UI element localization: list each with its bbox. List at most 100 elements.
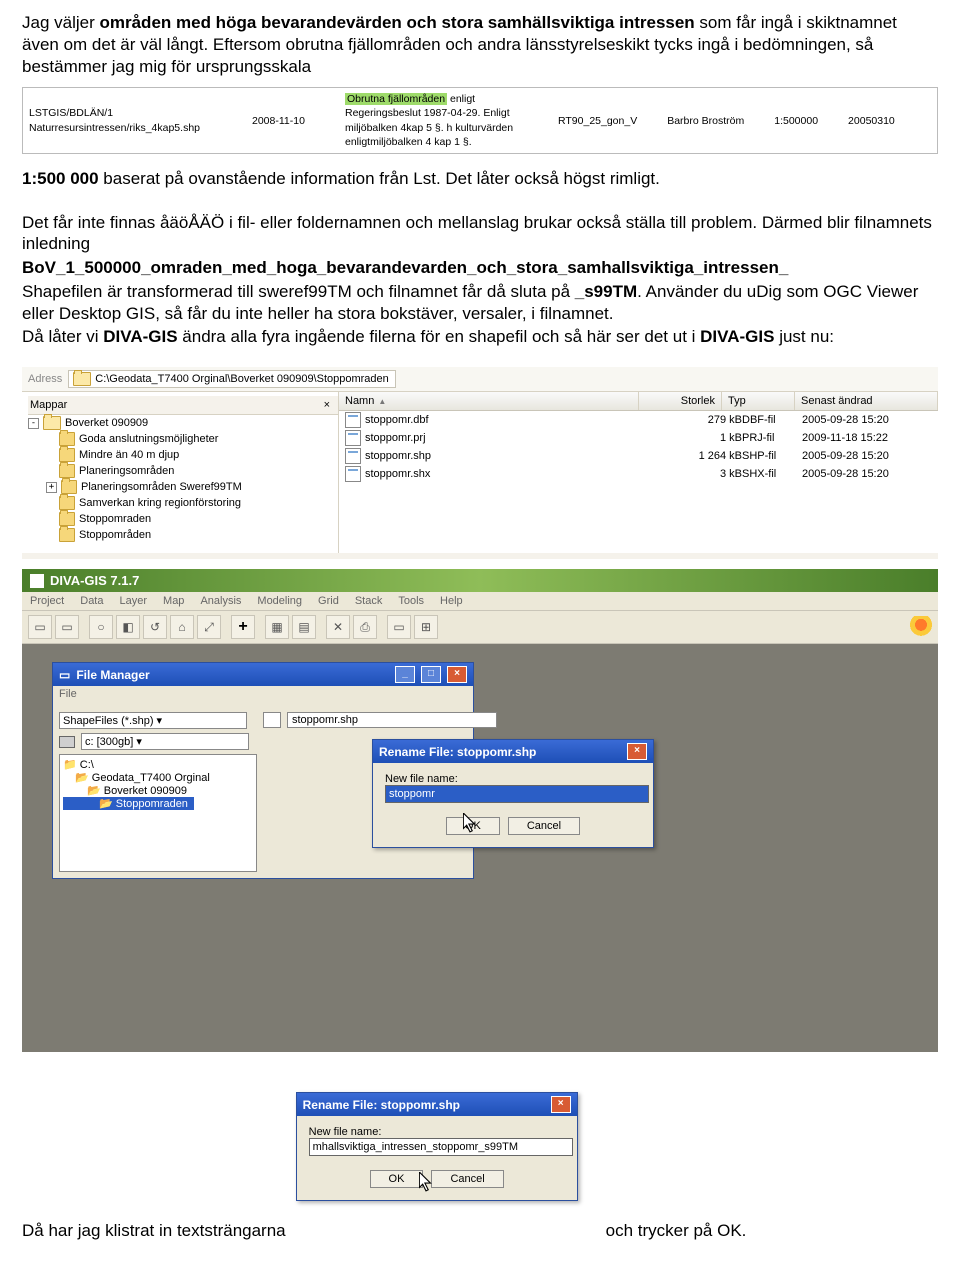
- toolbar-button[interactable]: ○: [89, 615, 113, 639]
- menu-item[interactable]: Modeling: [257, 595, 302, 607]
- chars-paragraph: Det får inte finnas åäöÅÄÖ i fil- eller …: [22, 212, 938, 256]
- tree-item[interactable]: Planeringsområden: [79, 465, 174, 477]
- menu-item[interactable]: Data: [80, 595, 103, 607]
- minimize-button[interactable]: _: [395, 666, 415, 683]
- file-row[interactable]: stoppomr.dbf279 kBDBF-fil2005-09-28 15:2…: [339, 411, 938, 429]
- text: ändra alla fyra ingående filerna för en …: [178, 327, 701, 346]
- tree-item[interactable]: Mindre än 40 m djup: [79, 449, 179, 461]
- address-label: Adress: [28, 373, 62, 385]
- text: enligt: [447, 93, 475, 105]
- toolbar-button[interactable]: ◧: [116, 615, 140, 639]
- toolbar-button[interactable]: ▭: [55, 615, 79, 639]
- text: Regeringsbeslut 1987-04-29. Enligt miljö…: [345, 107, 513, 147]
- address-path: C:\Geodata_T7400 Orginal\Boverket 090909…: [95, 373, 389, 385]
- scale-paragraph: 1:500 000 baserat på ovanstående informa…: [22, 168, 938, 190]
- tree-item[interactable]: Planeringsområden Sweref99TM: [81, 481, 242, 493]
- file-icon: [345, 412, 361, 428]
- meta-author: Barbro Broström: [667, 114, 744, 128]
- text: just nu:: [774, 327, 834, 346]
- toolbar-button[interactable]: ⌂: [170, 615, 194, 639]
- collapse-icon[interactable]: -: [28, 418, 39, 429]
- fm-title: File Manager: [76, 668, 149, 682]
- intro-paragraph: Jag väljer områden med höga bevarandevär…: [22, 12, 938, 77]
- dialog-title: Rename File: stoppomr.shp: [379, 745, 536, 759]
- menu-item[interactable]: Grid: [318, 595, 339, 607]
- drive-combo[interactable]: c: [300gb] ▾: [81, 733, 249, 750]
- menu-item[interactable]: Stack: [355, 595, 383, 607]
- menu-item[interactable]: Analysis: [200, 595, 241, 607]
- file-icon: [345, 448, 361, 464]
- close-button[interactable]: ×: [627, 743, 647, 760]
- folder-icon: [61, 480, 77, 494]
- close-icon[interactable]: ×: [324, 399, 330, 411]
- toolbar-button[interactable]: ⊞: [414, 615, 438, 639]
- menu-item[interactable]: Layer: [120, 595, 148, 607]
- text: Shapefilen är transformerad till sweref9…: [22, 282, 575, 301]
- add-button[interactable]: +: [231, 615, 255, 639]
- folder-icon: [59, 496, 75, 510]
- col-type[interactable]: Typ: [722, 392, 795, 410]
- drive-icon: [59, 736, 75, 748]
- diva-toolbar: ▭ ▭ ○ ◧ ↺ ⌂ ⤢ + ▦ ▤ ✕ ⎙ ▭ ⊞: [22, 611, 938, 644]
- cursor-icon: [463, 813, 477, 833]
- tree-item[interactable]: Samverkan kring regionförstoring: [79, 497, 241, 509]
- current-file-field[interactable]: stoppomr.shp: [287, 712, 497, 728]
- meta-crs: RT90_25_gon_V: [558, 114, 637, 128]
- rename-input[interactable]: [309, 1138, 573, 1156]
- col-name[interactable]: Namn: [345, 395, 374, 407]
- toolbar-button[interactable]: ⎙: [353, 615, 377, 639]
- text-bold: 1:500 000: [22, 169, 99, 188]
- rename-input[interactable]: [385, 785, 649, 803]
- col-modified[interactable]: Senast ändrad: [795, 392, 938, 410]
- app-icon: [30, 574, 44, 588]
- file-row[interactable]: stoppomr.prj1 kBPRJ-fil2009-11-18 15:22: [339, 429, 938, 447]
- toolbar-button[interactable]: ▤: [292, 615, 316, 639]
- text-bold: DIVA-GIS: [700, 327, 774, 346]
- suffix-bold: _s99TM: [575, 282, 637, 301]
- fm-folder-tree[interactable]: 📁 C:\ 📂 Geodata_T7400 Orginal 📂 Boverket…: [59, 754, 257, 872]
- ok-button[interactable]: OK: [370, 1170, 424, 1188]
- address-box[interactable]: C:\Geodata_T7400 Orginal\Boverket 090909…: [68, 370, 396, 388]
- expand-icon[interactable]: +: [46, 482, 57, 493]
- tree-item[interactable]: Stoppområden: [79, 529, 151, 541]
- diva-menubar: Project Data Layer Map Analysis Modeling Grid S…: [22, 592, 938, 611]
- fm-menu-file[interactable]: File: [53, 686, 473, 702]
- close-button[interactable]: ×: [551, 1096, 571, 1113]
- folder-icon: [59, 448, 75, 462]
- toolbar-button[interactable]: ↺: [143, 615, 167, 639]
- tree-item[interactable]: Stoppomraden: [79, 513, 151, 525]
- menu-item[interactable]: Project: [30, 595, 64, 607]
- toolbar-button[interactable]: ▭: [28, 615, 52, 639]
- tree-item[interactable]: Boverket 090909: [65, 417, 148, 429]
- text: baserat på ovanstående information från …: [99, 169, 660, 188]
- folder-icon: [73, 372, 91, 386]
- file-row[interactable]: stoppomr.shx3 kBSHX-fil2005-09-28 15:20: [339, 465, 938, 483]
- cancel-button[interactable]: Cancel: [431, 1170, 503, 1188]
- text: Då låter vi: [22, 327, 103, 346]
- maximize-button[interactable]: □: [421, 666, 441, 683]
- filter-combo[interactable]: ShapeFiles (*.shp) ▾: [59, 712, 247, 729]
- text-bold: områden med höga bevarandevärden och sto…: [99, 13, 694, 32]
- meta-path: Naturresursintressen/riks_4kap5.shp: [29, 121, 244, 135]
- toolbar-button[interactable]: ▦: [265, 615, 289, 639]
- menu-item[interactable]: Map: [163, 595, 184, 607]
- col-size[interactable]: Storlek: [639, 392, 722, 410]
- close-button[interactable]: ×: [447, 666, 467, 683]
- filename-bold: BoV_1_500000_omraden_med_hoga_bevarandev…: [22, 257, 938, 279]
- file-row[interactable]: stoppomr.shp1 264 kBSHP-fil2005-09-28 15…: [339, 447, 938, 465]
- folder-icon: [59, 464, 75, 478]
- menu-item[interactable]: Help: [440, 595, 463, 607]
- meta-highlight: Obrutna fjällområden: [345, 93, 447, 105]
- file-icon: [345, 466, 361, 482]
- nav-icon[interactable]: [263, 712, 281, 728]
- menu-item[interactable]: Tools: [398, 595, 424, 607]
- cancel-button[interactable]: Cancel: [508, 817, 580, 835]
- diva-titlebar: DIVA-GIS 7.1.7: [22, 569, 938, 592]
- toolbar-button[interactable]: ▭: [387, 615, 411, 639]
- cursor-icon: [419, 1172, 433, 1192]
- toolbar-button[interactable]: ⤢: [197, 615, 221, 639]
- diva-window: DIVA-GIS 7.1.7 Project Data Layer Map Analys…: [22, 569, 938, 1052]
- toolbar-button[interactable]: ✕: [326, 615, 350, 639]
- rename-dialog: Rename File: stoppomr.shp × New file nam…: [372, 739, 654, 848]
- tree-item[interactable]: Goda anslutningsmöjligheter: [79, 433, 218, 445]
